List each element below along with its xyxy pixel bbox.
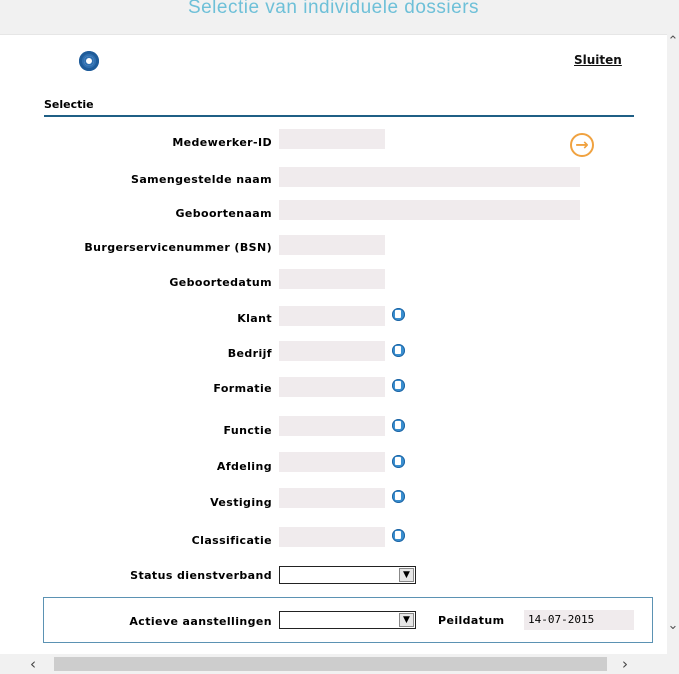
scroll-right-icon[interactable]: › <box>622 655 628 673</box>
klant-label: Klant <box>237 312 272 325</box>
vertical-scrollbar[interactable]: ⌃ ⌄ <box>667 0 679 654</box>
medewerker-id-label: Medewerker-ID <box>172 136 272 149</box>
geboortedatum-label: Geboortedatum <box>169 276 272 289</box>
vestiging-input[interactable] <box>279 488 385 508</box>
arrow-right-circle-icon: → <box>575 135 589 154</box>
go-button[interactable]: → <box>570 133 594 157</box>
horizontal-scrollbar[interactable]: ‹ › <box>0 654 679 674</box>
bsn-input[interactable] <box>279 235 385 255</box>
gear-logo-icon <box>79 51 99 71</box>
scroll-down-icon[interactable]: ⌄ <box>667 618 679 633</box>
formatie-lookup-icon[interactable] <box>392 379 405 392</box>
scroll-up-icon[interactable]: ⌃ <box>667 34 679 49</box>
samengestelde-naam-input[interactable] <box>279 167 580 187</box>
close-link[interactable]: Sluiten <box>574 53 622 67</box>
status-dienstverband-label: Status dienstverband <box>130 569 272 582</box>
vestiging-label: Vestiging <box>210 496 272 509</box>
peildatum-label: Peildatum <box>438 614 505 627</box>
geboortenaam-input[interactable] <box>279 200 580 220</box>
formatie-label: Formatie <box>213 382 272 395</box>
chevron-down-icon[interactable]: ▼ <box>399 613 414 627</box>
formatie-input[interactable] <box>279 377 385 397</box>
scroll-thumb[interactable] <box>54 657 607 671</box>
bedrijf-lookup-icon[interactable] <box>392 344 405 357</box>
functie-lookup-icon[interactable] <box>392 419 405 432</box>
klant-input[interactable] <box>279 306 385 326</box>
bedrijf-label: Bedrijf <box>227 347 272 360</box>
actieve-aanstellingen-select[interactable]: ▼ <box>279 611 416 629</box>
geboortedatum-input[interactable] <box>279 269 385 289</box>
section-title: Selectie <box>44 98 94 111</box>
samengestelde-naam-label: Samengestelde naam <box>131 173 272 186</box>
status-dienstverband-select[interactable]: ▼ <box>279 566 416 584</box>
medewerker-id-input[interactable] <box>279 129 385 149</box>
window-title: Selectie van individuele dossiers <box>187 0 480 18</box>
section-divider <box>44 115 634 117</box>
geboortenaam-label: Geboortenaam <box>175 207 272 220</box>
functie-input[interactable] <box>279 416 385 436</box>
bsn-label: Burgerservicenummer (BSN) <box>84 241 272 254</box>
vestiging-lookup-icon[interactable] <box>392 490 405 503</box>
scroll-left-icon[interactable]: ‹ <box>30 655 36 673</box>
klant-lookup-icon[interactable] <box>392 308 405 321</box>
actieve-aanstellingen-label: Actieve aanstellingen <box>129 615 272 628</box>
afdeling-input[interactable] <box>279 452 385 472</box>
functie-label: Functie <box>223 424 272 437</box>
classificatie-label: Classificatie <box>191 534 272 547</box>
chevron-down-icon[interactable]: ▼ <box>399 568 414 582</box>
afdeling-lookup-icon[interactable] <box>392 455 405 468</box>
bedrijf-input[interactable] <box>279 341 385 361</box>
afdeling-label: Afdeling <box>216 460 272 473</box>
classificatie-input[interactable] <box>279 527 385 547</box>
peildatum-input[interactable]: 14-07-2015 <box>524 610 634 630</box>
window-title-bar: Selectie van individuele dossiers <box>0 0 667 35</box>
classificatie-lookup-icon[interactable] <box>392 529 405 542</box>
